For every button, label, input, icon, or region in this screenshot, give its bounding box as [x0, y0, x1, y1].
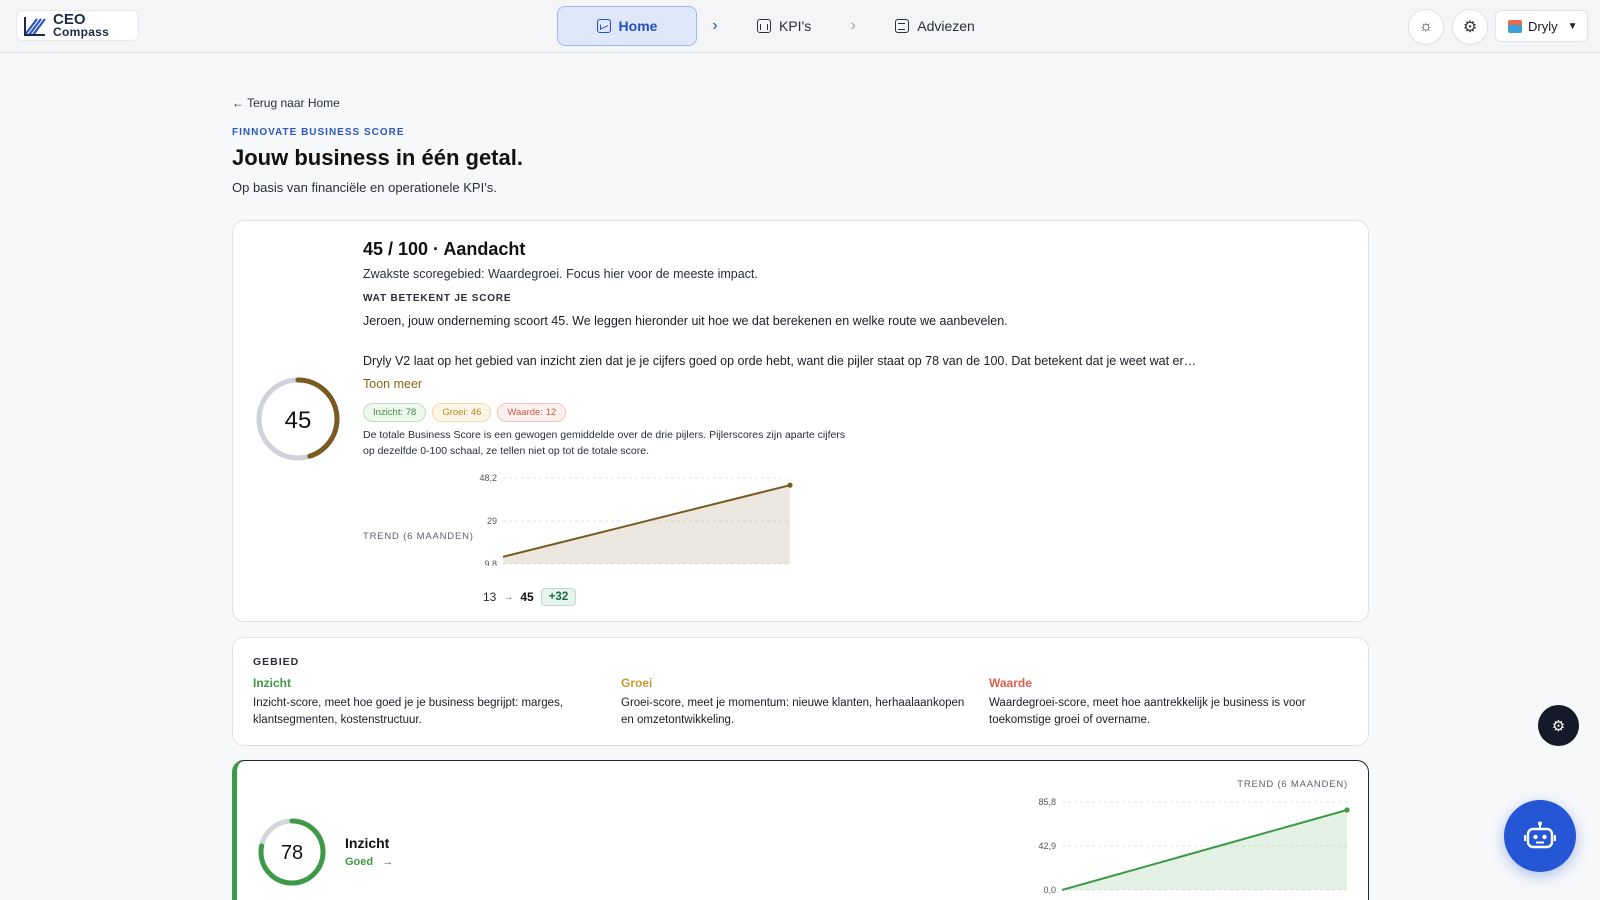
area-waarde: Waarde Waardegroei-score, meet hoe aantr… [989, 676, 1334, 729]
caret-down-icon: ▼ [1567, 20, 1578, 32]
pillar-status[interactable]: Goed → [345, 856, 393, 868]
gear-icon: ⚙ [1551, 717, 1566, 735]
back-link[interactable]: ← Terug naar Home [232, 96, 340, 110]
trend-delta-badge: +32 [540, 588, 577, 606]
pillar-gauge: 78 [258, 818, 326, 886]
score-gauge: 45 [256, 377, 340, 461]
score-heading: 45 / 100 · Aandacht [363, 239, 526, 259]
settings-button[interactable]: ⚙ [1452, 9, 1488, 45]
area-inzicht: Inzicht Inzicht-score, meet hoe goed je … [253, 676, 598, 729]
nav-home[interactable]: Home [557, 6, 697, 46]
page-title: Jouw business in één getal. [232, 145, 523, 170]
logo[interactable]: CEO Compass [16, 10, 139, 41]
eyebrow: FINNOVATE BUSINESS SCORE [232, 127, 405, 138]
y-tick-label: 48,2 [479, 473, 497, 483]
account-name: Dryly [1528, 18, 1558, 34]
trend-from: 13 [483, 590, 497, 604]
pill-waarde: Waarde: 12 [497, 403, 567, 422]
score-value: 45 [285, 407, 312, 434]
y-tick-label: 29 [487, 516, 497, 526]
logo-ceo: CEO [53, 10, 86, 28]
y-tick-label: 0,0 [1043, 885, 1056, 895]
nav-adviezen-label: Adviezen [917, 18, 975, 34]
pillar-card-inzicht[interactable]: 78 Inzicht Goed → TREND (6 MAANDEN) 85,8… [232, 760, 1369, 900]
area-desc: Inzicht-score, meet hoe goed je je busin… [253, 697, 564, 726]
last-point [1344, 807, 1350, 813]
area-name: Groei [621, 676, 653, 690]
pill-groei: Groei: 46 [432, 403, 492, 422]
pillar-pills: Inzicht: 78 Groei: 46 Waarde: 12 [363, 403, 567, 422]
pillar-status-label: Goed [345, 856, 374, 868]
score-card: 45 45 / 100 · Aandacht Zwakste scoregebi… [232, 220, 1369, 622]
pill-inzicht: Inzicht: 78 [363, 403, 427, 422]
area-desc: Waardegroei-score, meet hoe aantrekkelij… [989, 697, 1306, 726]
areas-title: GEBIED [253, 656, 300, 668]
account-switcher[interactable]: Dryly ▼ [1495, 10, 1588, 42]
show-more-link[interactable]: Toon meer [363, 377, 422, 391]
main-nav: Home › KPI's › Adviezen [557, 6, 999, 46]
chevron-right-icon: › [850, 17, 856, 34]
assistant-fab[interactable] [1504, 800, 1576, 872]
gear-icon: ⚙ [1462, 19, 1478, 36]
arrow-right-icon: → [503, 591, 514, 603]
area-groei: Groei Groei-score, meet je momentum: nie… [621, 676, 966, 729]
score-note: De totale Business Score is een gewogen … [363, 429, 846, 457]
pillar-value: 78 [281, 842, 303, 864]
compass-logo-icon [24, 16, 46, 36]
y-tick-label: 9,8 [484, 559, 497, 566]
sun-icon: ☼ [1418, 18, 1434, 35]
nav-home-label: Home [618, 18, 658, 34]
y-tick-label: 42,9 [1038, 841, 1056, 851]
explain-paragraph-1: Jeroen, jouw onderneming scoort 45. We l… [363, 314, 1008, 328]
nav-adviezen[interactable]: Adviezen [871, 6, 999, 46]
pillar-name: Inzicht [345, 835, 390, 851]
series-area [503, 485, 790, 564]
chart-icon [596, 19, 611, 33]
trend-delta: 13 → 45 +32 [483, 588, 577, 606]
nav-kpis-label: KPI's [779, 18, 812, 34]
y-tick-label: 85,8 [1038, 797, 1056, 807]
logo-compass: Compass [53, 24, 110, 39]
top-bar: CEO Compass Home › KPI's › Adviezen ☼ ⚙ … [0, 0, 1600, 53]
chevron-right-icon: › [712, 17, 718, 34]
document-icon [895, 19, 910, 33]
pillar-trend-label: TREND (6 MAANDEN) [1237, 779, 1348, 790]
explain-label: WAT BETEKENT JE SCORE [363, 293, 512, 304]
robot-icon [1524, 821, 1556, 849]
bar-chart-icon [757, 19, 771, 33]
trend-label: TREND (6 MAANDEN) [363, 531, 474, 542]
explain-paragraph-2: Dryly V2 laat op het gebied van inzicht … [363, 354, 1197, 368]
settings-fab[interactable]: ⚙ [1538, 705, 1579, 746]
nav-kpis[interactable]: KPI's [733, 6, 835, 46]
weakest-area: Zwakste scoregebied: Waardegroei. Focus … [363, 267, 758, 281]
area-name: Inzicht [253, 676, 291, 690]
shop-icon [1508, 19, 1522, 33]
area-name: Waarde [989, 676, 1032, 690]
pillar-trend-chart: 85,8 42,9 0,0 [1038, 797, 1350, 895]
theme-toggle-button[interactable]: ☼ [1408, 9, 1444, 45]
arrow-right-icon: → [382, 856, 394, 868]
area-desc: Groei-score, meet je momentum: nieuwe kl… [621, 697, 965, 726]
score-trend-chart: 48,2 29 9,8 [479, 473, 793, 566]
last-point [787, 482, 793, 488]
page-subtitle: Op basis van financiële en operationele … [232, 180, 497, 195]
trend-to: 45 [520, 590, 534, 604]
areas-card: GEBIED Inzicht Inzicht-score, meet hoe g… [232, 637, 1369, 746]
